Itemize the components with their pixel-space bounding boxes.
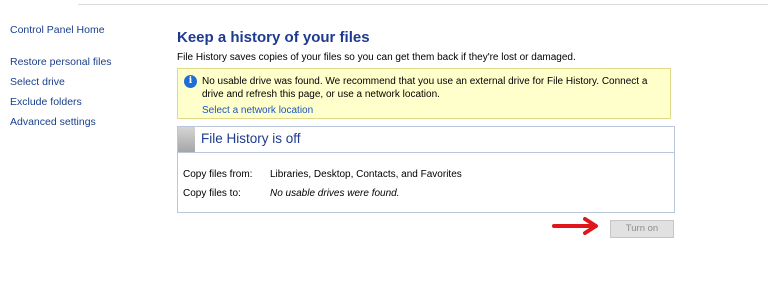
- sidebar-item-restore-personal-files[interactable]: Restore personal files: [10, 55, 160, 75]
- copy-from-row: Copy files from: Libraries, Desktop, Cont…: [183, 168, 462, 181]
- info-icon: i: [184, 75, 197, 88]
- status-indicator-icon: [178, 127, 195, 152]
- page-description: File History saves copies of your files …: [177, 52, 576, 63]
- status-header: File History is off: [178, 127, 674, 153]
- control-panel-home-link[interactable]: Control Panel Home: [10, 24, 160, 36]
- sidebar: Control Panel Home Restore personal file…: [10, 24, 160, 135]
- header-divider: [78, 4, 768, 5]
- red-arrow-icon: [552, 217, 598, 235]
- copy-from-value: Libraries, Desktop, Contacts, and Favori…: [270, 169, 462, 180]
- status-title: File History is off: [201, 131, 301, 146]
- sidebar-item-advanced-settings[interactable]: Advanced settings: [10, 115, 160, 135]
- turn-on-button[interactable]: Turn on: [610, 220, 674, 238]
- copy-to-row: Copy files to: No usable drives were foun…: [183, 187, 400, 200]
- no-drive-notice: i No usable drive was found. We recommen…: [177, 68, 671, 119]
- copy-to-label: Copy files to:: [183, 188, 241, 199]
- copy-from-label: Copy files from:: [183, 169, 253, 180]
- copy-to-value: No usable drives were found.: [270, 188, 400, 199]
- select-network-location-link[interactable]: Select a network location: [202, 104, 313, 117]
- sidebar-item-exclude-folders[interactable]: Exclude folders: [10, 95, 160, 115]
- main-content: Keep a history of your files File Histor…: [177, 28, 677, 213]
- file-history-status-panel: File History is off Copy files from: Libr…: [177, 126, 675, 213]
- sidebar-item-select-drive[interactable]: Select drive: [10, 75, 160, 95]
- page-title: Keep a history of your files: [177, 29, 370, 46]
- notice-message: No usable drive was found. We recommend …: [202, 76, 648, 100]
